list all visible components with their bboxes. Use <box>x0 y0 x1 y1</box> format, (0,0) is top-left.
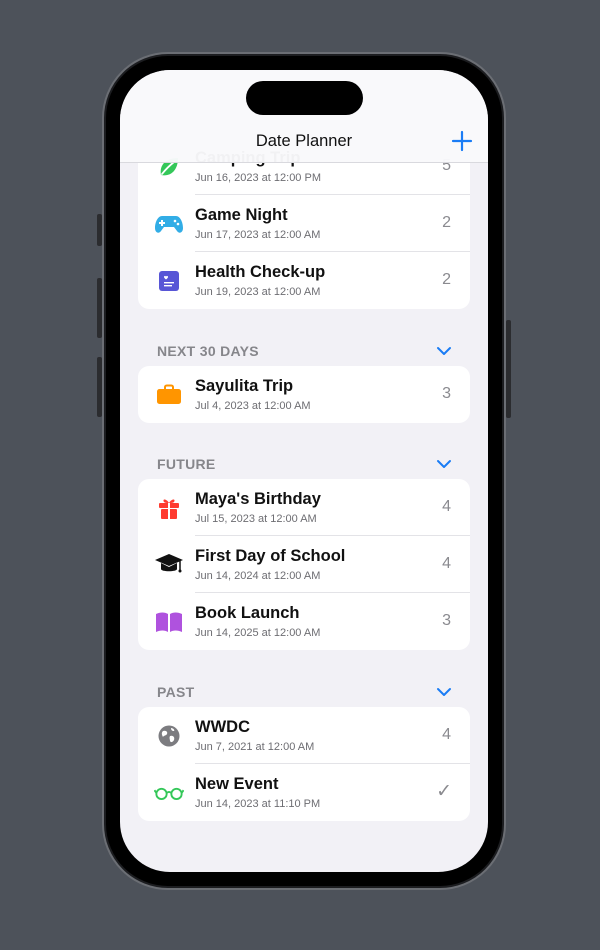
event-date: Jun 16, 2023 at 12:00 PM <box>195 172 321 184</box>
section-header-next-30-days[interactable]: NEXT 30 DAYS <box>157 341 452 361</box>
event-title: Sayulita Trip <box>195 377 294 395</box>
task-count: 4 <box>442 726 451 743</box>
list-item-sayulita-trip[interactable]: Sayulita Trip Jul 4, 2023 at 12:00 AM 3 <box>138 366 470 423</box>
power-button <box>506 320 511 418</box>
globe-icon <box>154 721 184 751</box>
event-date: Jun 14, 2023 at 11:10 PM <box>195 798 321 810</box>
event-date: Jun 14, 2024 at 12:00 AM <box>195 570 321 582</box>
event-title: New Event <box>195 775 279 793</box>
task-count: 4 <box>442 555 451 572</box>
gift-icon <box>154 493 184 523</box>
event-title: Book Launch <box>195 604 300 622</box>
completed-checkmark: ✓ <box>436 781 452 802</box>
list-item-health-check-up[interactable]: Health Check-up Jun 19, 2023 at 12:00 AM… <box>138 252 470 309</box>
event-date: Jun 19, 2023 at 12:00 AM <box>195 286 321 298</box>
chevron-down-icon[interactable] <box>436 685 452 699</box>
section-label: PAST <box>157 684 195 700</box>
heart-clipboard-icon <box>154 266 184 296</box>
gamecontroller-icon <box>154 209 184 239</box>
list-item-first-day-of-school[interactable]: First Day of School Jun 14, 2024 at 12:0… <box>138 536 470 593</box>
page-title: Date Planner <box>255 132 353 150</box>
list-item-game-night[interactable]: Game Night Jun 17, 2023 at 12:00 AM 2 <box>138 195 470 252</box>
chevron-down-icon[interactable] <box>436 457 452 471</box>
chevron-down-icon[interactable] <box>436 344 452 358</box>
event-date: Jun 14, 2025 at 12:00 AM <box>195 627 321 639</box>
event-title: Health Check-up <box>195 263 326 281</box>
event-list[interactable]: Camping Trip Jun 16, 2023 at 12:00 PM 5 … <box>120 70 488 872</box>
add-event-button[interactable] <box>450 129 474 153</box>
section-header-future[interactable]: FUTURE <box>157 454 452 474</box>
task-count: 2 <box>442 214 451 231</box>
list-item-new-event[interactable]: New Event Jun 14, 2023 at 11:10 PM ✓ <box>138 764 470 821</box>
event-date: Jul 15, 2023 at 12:00 AM <box>195 513 317 525</box>
graduation-cap-icon <box>154 550 184 580</box>
section-header-past[interactable]: PAST <box>157 682 452 702</box>
event-date: Jul 4, 2023 at 12:00 AM <box>195 400 311 412</box>
list-item-wwdc[interactable]: WWDC Jun 7, 2021 at 12:00 AM 4 <box>138 707 470 764</box>
event-title: WWDC <box>195 718 250 736</box>
future-card: Maya's Birthday Jul 15, 2023 at 12:00 AM… <box>138 479 470 650</box>
plus-icon <box>451 130 473 152</box>
event-date: Jun 17, 2023 at 12:00 AM <box>195 229 321 241</box>
section-label: NEXT 30 DAYS <box>157 343 259 359</box>
eyeglasses-icon <box>154 778 184 808</box>
book-icon <box>154 607 184 637</box>
dynamic-island <box>246 81 363 115</box>
app-screen: Camping Trip Jun 16, 2023 at 12:00 PM 5 … <box>120 70 488 872</box>
task-count: 3 <box>442 612 451 629</box>
event-title: First Day of School <box>195 547 346 565</box>
past-card: WWDC Jun 7, 2021 at 12:00 AM 4 New Event <box>138 707 470 821</box>
task-count: 3 <box>442 385 451 402</box>
event-date: Jun 7, 2021 at 12:00 AM <box>195 741 315 753</box>
next-30-days-card: Sayulita Trip Jul 4, 2023 at 12:00 AM 3 <box>138 366 470 423</box>
list-item-mayas-birthday[interactable]: Maya's Birthday Jul 15, 2023 at 12:00 AM… <box>138 479 470 536</box>
section-label: FUTURE <box>157 456 216 472</box>
event-title: Game Night <box>195 206 288 224</box>
suitcase-icon <box>154 380 184 410</box>
task-count: 2 <box>442 271 451 288</box>
task-count: 4 <box>442 498 451 515</box>
event-title: Maya's Birthday <box>195 490 321 508</box>
list-item-book-launch[interactable]: Book Launch Jun 14, 2025 at 12:00 AM 3 <box>138 593 470 650</box>
